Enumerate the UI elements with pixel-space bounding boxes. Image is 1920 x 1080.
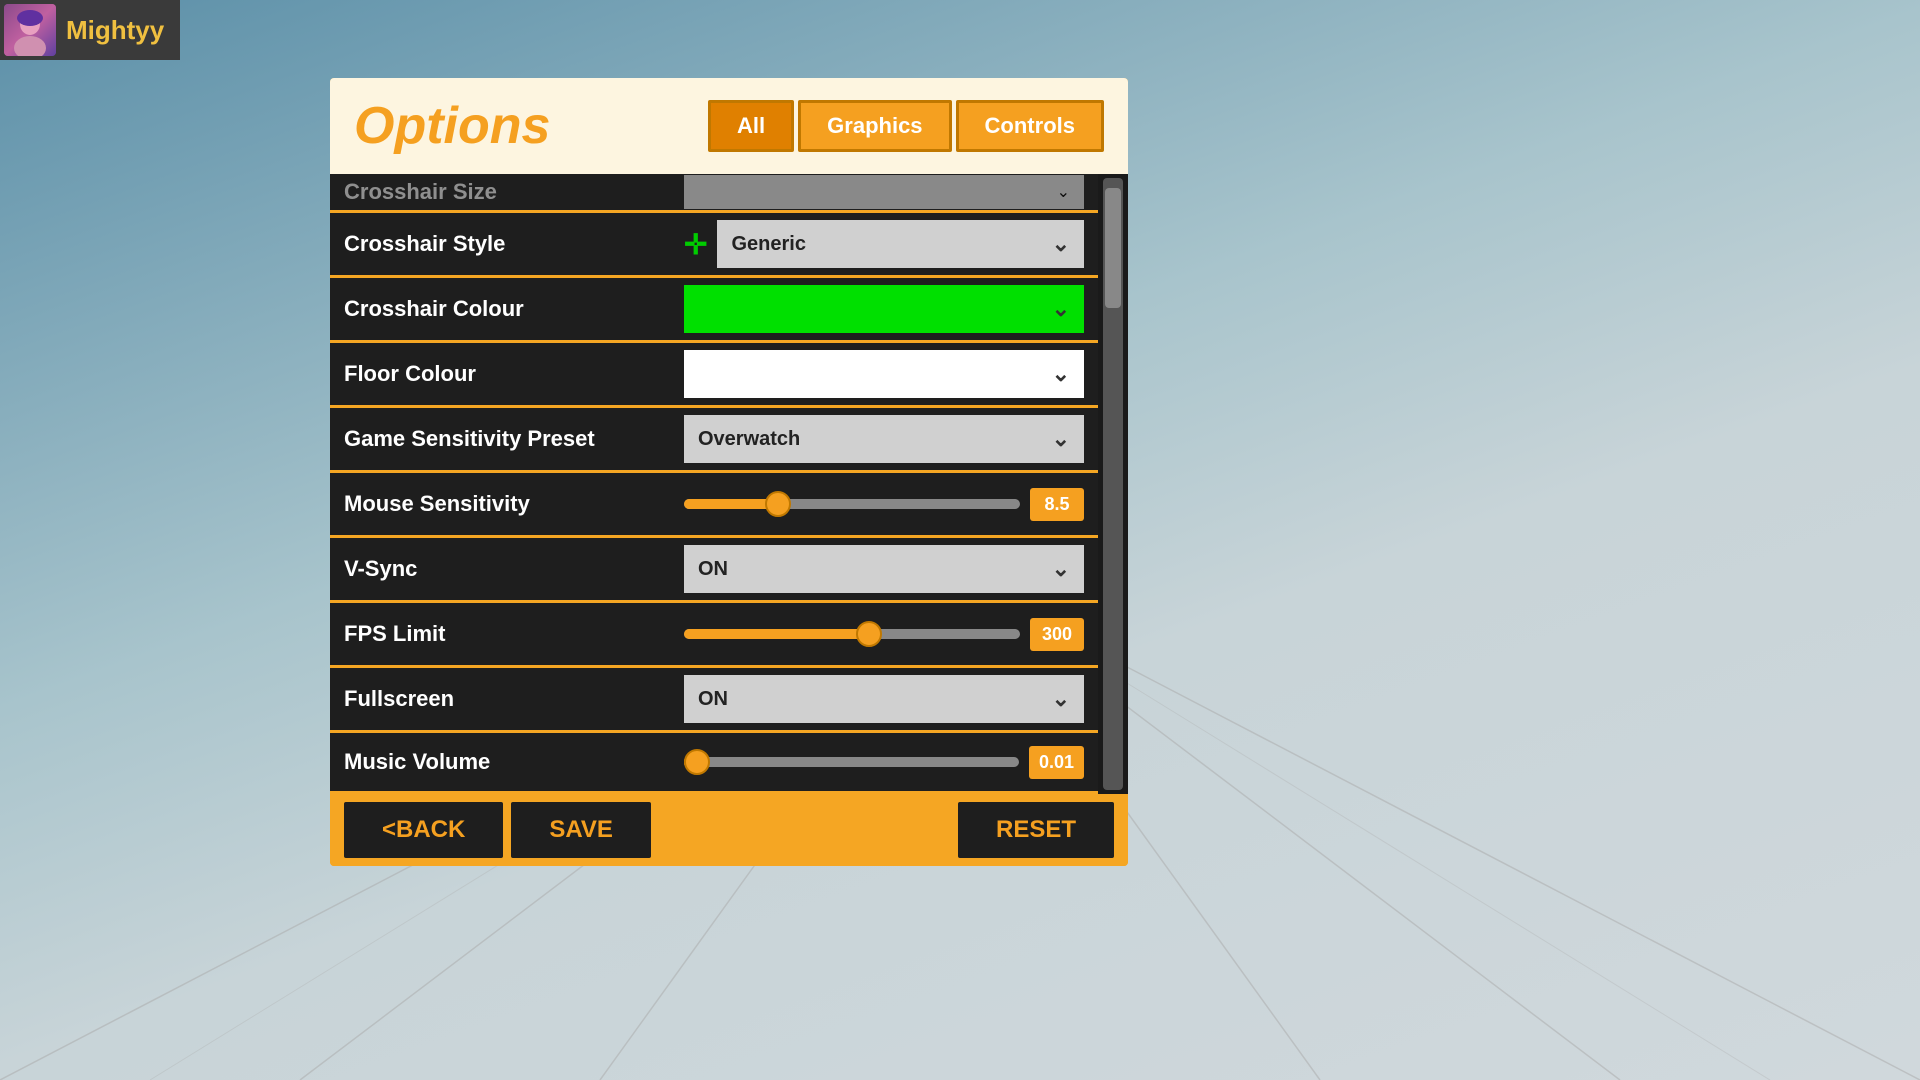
fps-limit-value: 300 — [1030, 618, 1084, 651]
floor-colour-row: Floor Colour ⌄ — [330, 343, 1098, 405]
game-sensitivity-preset-row: Game Sensitivity Preset Overwatch ⌄ — [330, 408, 1098, 470]
crosshair-colour-control: ⌄ — [684, 285, 1084, 333]
music-volume-thumb[interactable] — [684, 749, 710, 775]
fullscreen-value: ON — [698, 688, 728, 711]
mouse-sensitivity-value: 8.5 — [1030, 488, 1084, 521]
game-sensitivity-preset-label: Game Sensitivity Preset — [344, 426, 684, 452]
save-button[interactable]: SAVE — [511, 802, 651, 858]
crosshair-style-dropdown[interactable]: Generic ⌄ — [717, 220, 1084, 268]
vsync-control: ON ⌄ — [684, 545, 1084, 593]
chevron-down-icon: ⌄ — [1052, 361, 1070, 387]
mouse-sensitivity-slider-container: 8.5 — [684, 488, 1084, 521]
fps-limit-track[interactable] — [684, 629, 1020, 639]
scrollbar-track[interactable] — [1103, 178, 1123, 790]
avatar — [4, 4, 56, 56]
chevron-down-icon: ⌄ — [1052, 296, 1070, 322]
music-volume-row: Music Volume 0.01 — [330, 733, 1098, 791]
fps-limit-thumb[interactable] — [856, 621, 882, 647]
chevron-down-icon: ⌄ — [1052, 686, 1070, 712]
partial-dropdown: ⌄ — [684, 175, 1084, 209]
fps-limit-fill — [684, 629, 869, 639]
user-badge: Mightyy — [0, 0, 180, 60]
music-volume-track[interactable] — [684, 757, 1019, 767]
fps-limit-slider-container: 300 — [684, 618, 1084, 651]
partial-label: Crosshair Size — [344, 179, 684, 205]
crosshair-colour-dropdown[interactable]: ⌄ — [684, 285, 1084, 333]
tab-group: All Graphics Controls — [708, 100, 1104, 152]
mouse-sensitivity-control: 8.5 — [684, 488, 1084, 521]
crosshair-style-row: Crosshair Style ✛ Generic ⌄ — [330, 213, 1098, 275]
vsync-row: V-Sync ON ⌄ — [330, 538, 1098, 600]
crosshair-colour-label: Crosshair Colour — [344, 296, 684, 322]
crosshair-style-label: Crosshair Style — [344, 231, 684, 257]
dialog-footer: <BACK SAVE RESET — [330, 794, 1128, 866]
username: Mightyy — [66, 15, 164, 46]
game-sensitivity-preset-dropdown[interactable]: Overwatch ⌄ — [684, 415, 1084, 463]
music-volume-value: 0.01 — [1029, 746, 1084, 779]
fullscreen-dropdown[interactable]: ON ⌄ — [684, 675, 1084, 723]
chevron-down-icon: ⌄ — [1052, 556, 1070, 582]
crosshair-style-value: Generic — [731, 233, 805, 256]
crosshair-colour-row: Crosshair Colour ⌄ — [330, 278, 1098, 340]
vsync-dropdown[interactable]: ON ⌄ — [684, 545, 1084, 593]
back-button[interactable]: <BACK — [344, 802, 503, 858]
scrollbar-thumb[interactable] — [1105, 188, 1121, 308]
floor-colour-dropdown[interactable]: ⌄ — [684, 350, 1084, 398]
floor-colour-control: ⌄ — [684, 350, 1084, 398]
crosshair-icon: ✛ — [684, 228, 707, 261]
partial-control: ⌄ — [684, 175, 1084, 209]
fps-limit-row: FPS Limit 300 — [330, 603, 1098, 665]
music-volume-label: Music Volume — [344, 749, 684, 775]
game-sensitivity-preset-control: Overwatch ⌄ — [684, 415, 1084, 463]
fullscreen-label: Fullscreen — [344, 686, 684, 712]
music-volume-control: 0.01 — [684, 746, 1084, 779]
mouse-sensitivity-label: Mouse Sensitivity — [344, 491, 684, 517]
mouse-sensitivity-track[interactable] — [684, 499, 1020, 509]
chevron-down-icon: ⌄ — [1052, 231, 1070, 257]
options-dialog: Options All Graphics Controls Crosshair … — [330, 78, 1128, 866]
settings-list: Crosshair Size ⌄ Crosshair Style ✛ Gener… — [330, 174, 1098, 794]
mouse-sensitivity-fill — [684, 499, 778, 509]
vsync-value: ON — [698, 558, 728, 581]
dialog-title: Options — [354, 96, 550, 156]
footer-left-buttons: <BACK SAVE — [344, 802, 651, 858]
scrollbar[interactable] — [1098, 174, 1128, 794]
music-volume-slider-container: 0.01 — [684, 746, 1084, 779]
fps-limit-control: 300 — [684, 618, 1084, 651]
floor-colour-label: Floor Colour — [344, 361, 684, 387]
partial-row: Crosshair Size ⌄ — [330, 174, 1098, 210]
mouse-sensitivity-thumb[interactable] — [765, 491, 791, 517]
crosshair-style-control: ✛ Generic ⌄ — [684, 220, 1084, 268]
fullscreen-control: ON ⌄ — [684, 675, 1084, 723]
fullscreen-row: Fullscreen ON ⌄ — [330, 668, 1098, 730]
dialog-content: Crosshair Size ⌄ Crosshair Style ✛ Gener… — [330, 174, 1128, 794]
tab-graphics[interactable]: Graphics — [798, 100, 951, 152]
mouse-sensitivity-row: Mouse Sensitivity 8.5 — [330, 473, 1098, 535]
dialog-header: Options All Graphics Controls — [330, 78, 1128, 174]
reset-button[interactable]: RESET — [958, 802, 1114, 858]
tab-controls[interactable]: Controls — [956, 100, 1104, 152]
vsync-label: V-Sync — [344, 556, 684, 582]
chevron-down-icon: ⌄ — [1052, 426, 1070, 452]
tab-all[interactable]: All — [708, 100, 794, 152]
game-sensitivity-preset-value: Overwatch — [698, 428, 800, 451]
fps-limit-label: FPS Limit — [344, 621, 684, 647]
